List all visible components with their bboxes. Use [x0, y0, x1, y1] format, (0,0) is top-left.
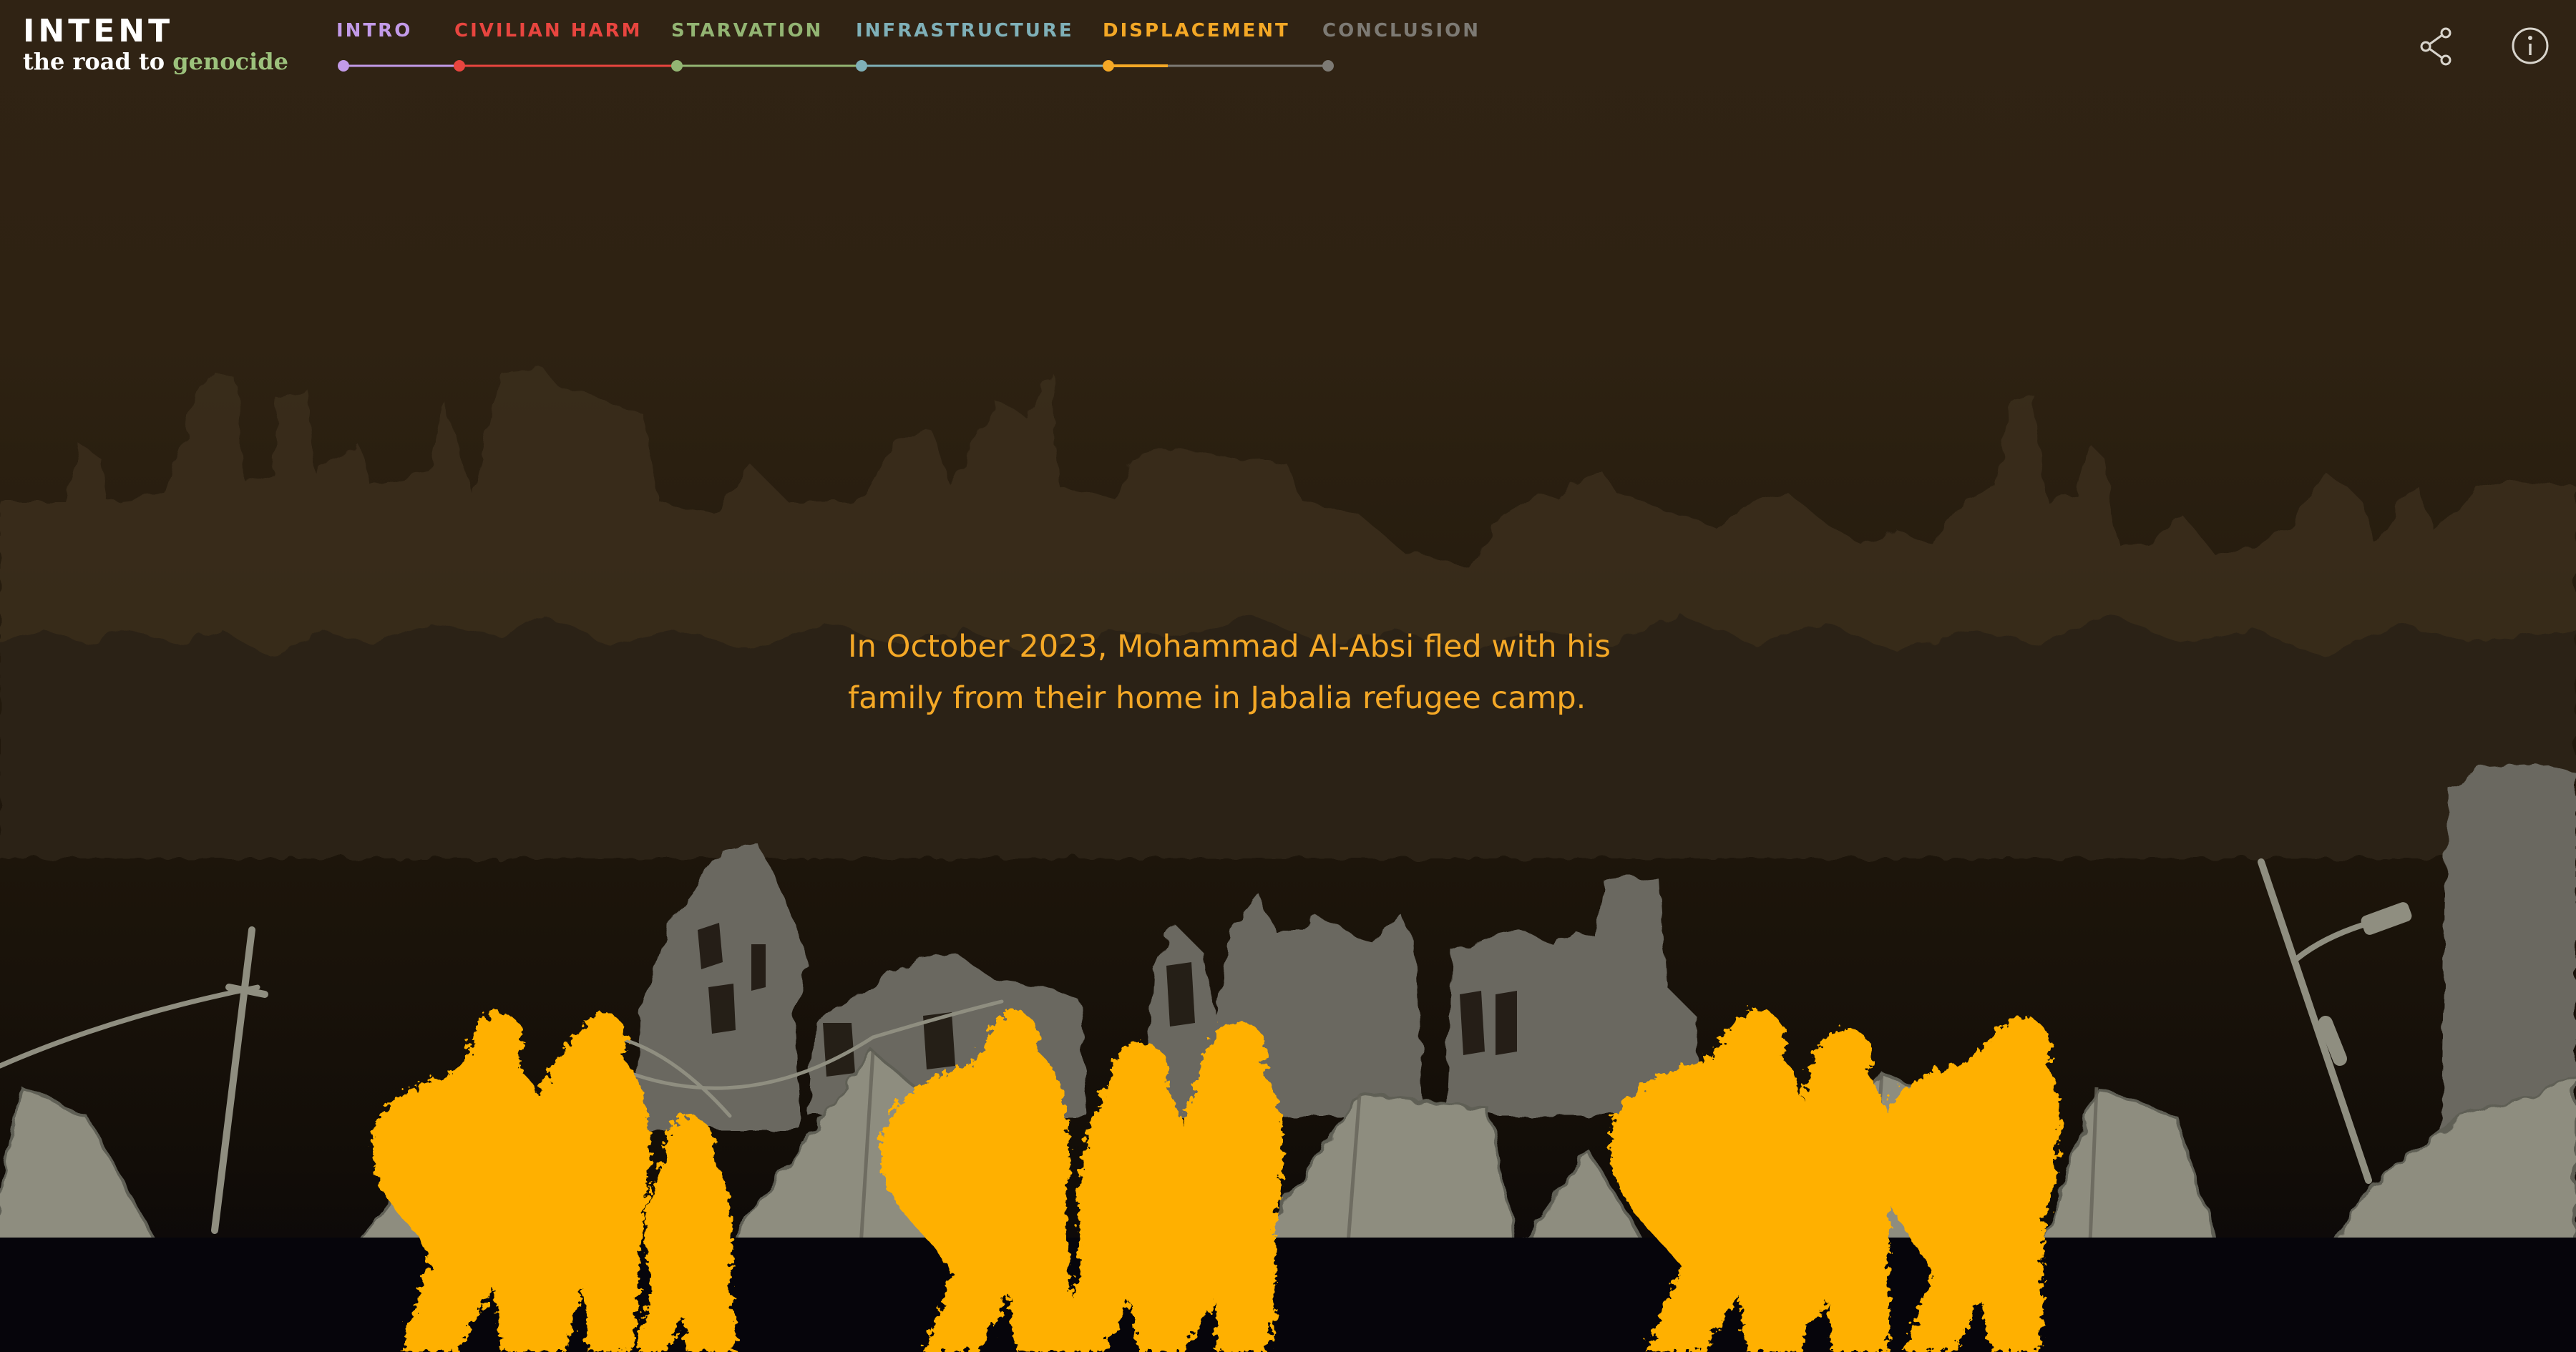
info-icon	[2512, 27, 2549, 64]
chapter-navigation: INTRO CIVILIAN HARM STARVATION INFRASTRU…	[336, 20, 1481, 77]
brand-title: INTENT	[23, 13, 174, 49]
info-button[interactable]	[2510, 26, 2550, 69]
street-lamp	[2361, 902, 2412, 935]
story-caption: In October 2023, Mohammad Al-Absi fled w…	[848, 629, 1611, 716]
progress-dot-infrastructure[interactable]	[856, 60, 867, 72]
share-icon	[2420, 27, 2451, 66]
brand-subtitle-prefix: the road to	[23, 48, 173, 75]
brand-subtitle-accent: genocide	[172, 48, 288, 75]
share-button[interactable]	[2419, 27, 2454, 69]
progress-dot-conclusion[interactable]	[1322, 60, 1334, 72]
ground	[0, 1238, 2576, 1352]
progress-dot-displacement[interactable]	[1103, 60, 1114, 72]
brand-logo[interactable]: INTENT the road to genocide	[23, 13, 288, 75]
progress-dot-intro[interactable]	[338, 60, 349, 72]
progress-dot-civilian-harm[interactable]	[454, 60, 465, 72]
displaced-figures	[372, 1009, 2060, 1352]
progress-dot-starvation[interactable]	[671, 60, 683, 72]
progress-track	[338, 60, 1334, 72]
brand-subtitle: the road to genocide	[23, 49, 288, 74]
